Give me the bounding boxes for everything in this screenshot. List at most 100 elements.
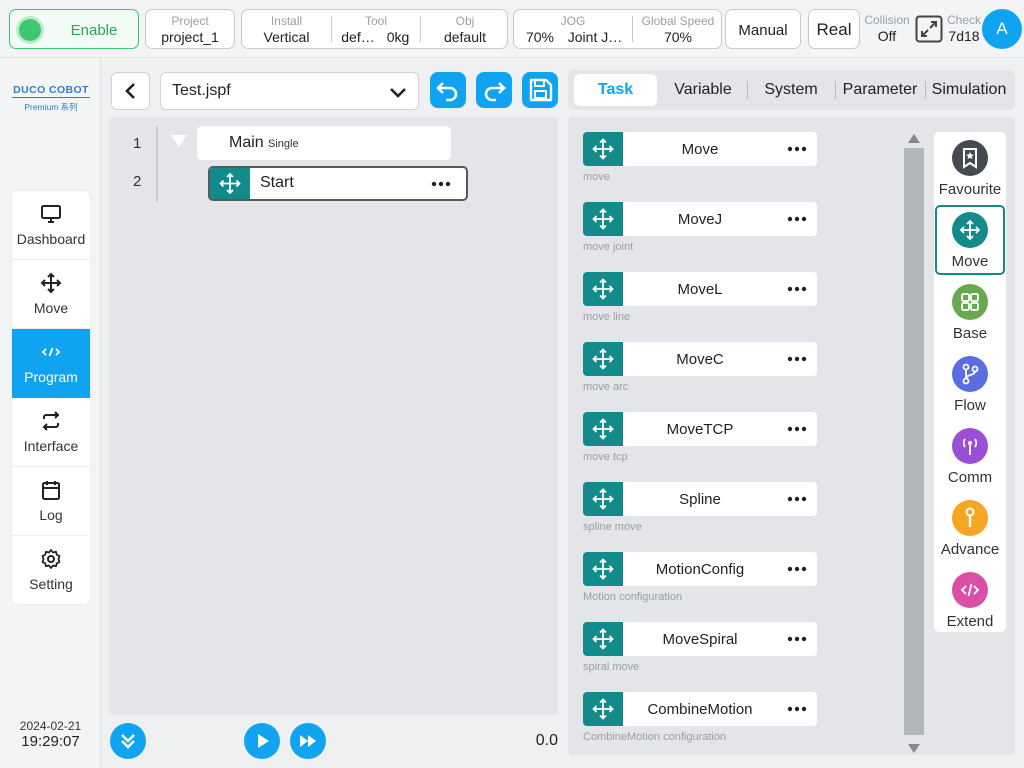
nav-label: Interface [23,438,79,454]
code-icon [40,341,62,363]
command-description: spiral move [583,661,640,673]
step-run-button[interactable] [290,723,326,759]
scroll-down-button[interactable] [110,723,146,759]
line-number: 2 [133,173,142,190]
wrench-icon [952,500,988,536]
command-icon-box [583,482,623,516]
nav-program[interactable]: Program [12,329,90,398]
command-card[interactable]: Spline [583,482,817,516]
command-card[interactable]: MoveTCP [583,412,817,446]
top-status-bar: Enable Project project_1 Install Vertica… [0,0,1024,58]
more-dots-icon[interactable] [787,491,807,507]
category-favourite[interactable]: Favourite [935,133,1005,203]
tab-parameter[interactable]: Parameter [836,74,924,106]
tool-value: def… [341,29,375,45]
command-card[interactable]: MoveJ [583,202,817,236]
check-status[interactable]: Check 7d18 [944,9,984,49]
chevron-left-icon [125,83,135,99]
jog-speed-value: 70% [525,29,555,45]
nav-label: Dashboard [16,231,86,247]
more-dots-icon[interactable] [787,561,807,577]
more-dots-icon[interactable] [787,141,807,157]
project-selector[interactable]: Project project_1 [145,9,235,49]
install-selector[interactable]: Install Vertical [242,10,331,48]
command-card[interactable]: Move [583,132,817,166]
more-dots-icon[interactable] [787,351,807,367]
command-description: Motion configuration [583,591,683,603]
nav-setting[interactable]: Setting [12,536,90,604]
start-node[interactable]: Start [208,166,468,201]
category-advance[interactable]: Advance [935,493,1005,563]
tab-simulation[interactable]: Simulation [926,74,1012,106]
tab-variable[interactable]: Variable [660,74,746,106]
command-card[interactable]: MoveL [583,272,817,306]
category-label: Comm [947,469,993,486]
command-panel: Move move MoveJ move joint MoveL move line Mov… [568,117,1015,755]
command-name: MoveL [677,281,723,298]
category-flow[interactable]: Flow [935,349,1005,419]
nav-interface[interactable]: Interface [12,398,90,467]
scroll-down-arrow-icon[interactable] [904,741,924,755]
category-label: Base [952,325,988,342]
more-dots-icon[interactable] [787,421,807,437]
bookmark-icon [952,140,988,176]
nav-move[interactable]: Move [12,260,90,329]
nav-label: Setting [29,576,73,592]
main-node[interactable]: Main Single [197,126,451,160]
user-avatar[interactable]: A [982,9,1022,49]
jog-label: JOG [560,14,586,28]
collision-status[interactable]: Collision Off [862,9,912,49]
save-icon [529,78,553,102]
obj-label: Obj [455,14,475,28]
enable-button[interactable]: Enable [9,9,139,49]
jog-selector[interactable]: JOG 70% Joint J… [514,10,632,48]
jog-speed-group: JOG 70% Joint J… Global Speed 70% [513,9,722,49]
tab-task[interactable]: Task [574,74,657,106]
more-dots-icon[interactable] [787,211,807,227]
back-button[interactable] [111,72,150,110]
nav-dashboard[interactable]: Dashboard [12,191,90,260]
scroll-thumb[interactable] [904,148,924,735]
command-card[interactable]: CombineMotion [583,692,817,726]
logo-brand: DUCO COBOT [12,84,90,98]
nav-label: Log [39,507,63,523]
chevron-double-down-icon [121,734,135,749]
redo-button[interactable] [476,72,512,108]
command-icon-box [583,622,623,656]
manual-mode-button[interactable]: Manual [725,9,801,49]
scrollbar[interactable] [904,132,924,756]
tool-selector[interactable]: Tool def… 0kg [332,10,420,48]
command-card[interactable]: MotionConfig [583,552,817,586]
undo-button[interactable] [430,72,466,108]
code-icon [952,572,988,608]
file-selector[interactable]: Test.jspf [160,72,419,110]
more-dots-icon[interactable] [787,701,807,717]
command-description: move line [583,311,631,323]
line-number: 1 [133,135,142,152]
command-card[interactable]: MoveC [583,342,817,376]
more-dots-icon[interactable] [431,176,451,192]
real-sim-button[interactable]: Real [808,9,860,49]
grid-icon [952,284,988,320]
run-button[interactable] [244,723,280,759]
nav-log[interactable]: Log [12,467,90,536]
more-dots-icon[interactable] [787,631,807,647]
tab-system[interactable]: System [748,74,834,106]
category-extend[interactable]: Extend [935,565,1005,635]
category-move[interactable]: Move [935,205,1005,275]
move-arrows-icon [592,628,614,650]
category-base[interactable]: Base [935,277,1005,347]
move-arrows-icon [219,172,241,195]
command-icon-box [583,692,623,726]
category-comm[interactable]: Comm [935,421,1005,491]
global-speed-selector[interactable]: Global Speed 70% [633,10,723,48]
move-arrows-icon [592,278,614,300]
more-dots-icon[interactable] [787,281,807,297]
scroll-up-arrow-icon[interactable] [904,132,924,146]
obj-selector[interactable]: Obj default [421,10,509,48]
collapse-triangle-icon[interactable] [171,135,187,147]
expand-icon[interactable] [915,15,943,43]
nav-label: Program [24,369,78,385]
command-card[interactable]: MoveSpiral [583,622,817,656]
save-button[interactable] [522,72,558,108]
